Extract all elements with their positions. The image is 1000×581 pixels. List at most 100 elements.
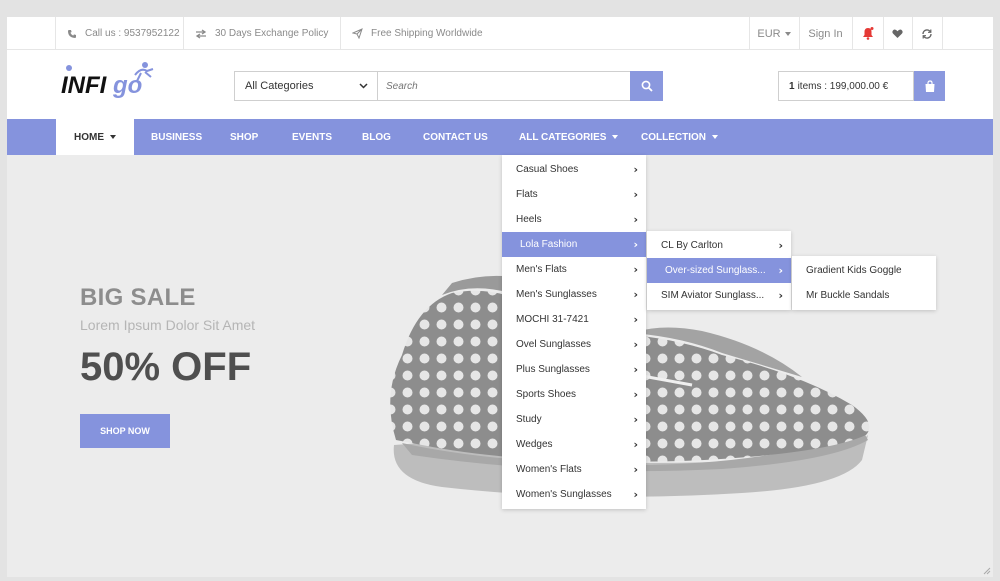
signin-link[interactable]: Sign In <box>799 17 852 50</box>
menu-item-label: SIM Aviator Sunglass... <box>661 290 765 301</box>
menu-item-womens-flats[interactable]: Women's Flats › <box>502 457 646 482</box>
category-select-label: All Categories <box>245 80 314 92</box>
browser-frame: Call us : 9537952122 30 Days Exchange Po… <box>7 17 993 577</box>
menu-item-plus-sunglasses[interactable]: Plus Sunglasses › <box>502 357 646 382</box>
categories-dropdown: Casual Shoes › Flats › Heels › Lola Fashion… <box>502 155 646 509</box>
chevron-right-icon: › <box>633 338 638 351</box>
menu-item-mens-flats[interactable]: Men's Flats › <box>502 257 646 282</box>
menu-item-mens-sunglasses[interactable]: Men's Sunglasses › <box>502 282 646 307</box>
nav-events[interactable]: EVENTS <box>292 119 332 155</box>
nav-shop[interactable]: SHOP <box>230 119 258 155</box>
chevron-right-icon: › <box>633 413 638 426</box>
nav-label: CONTACT US <box>423 131 488 143</box>
resize-handle-icon[interactable] <box>982 566 991 575</box>
menu-item-over-sized-sunglasses[interactable]: Over-sized Sunglass... › <box>647 258 791 283</box>
menu-item-label: Men's Sunglasses <box>516 289 597 300</box>
chevron-right-icon: › <box>633 163 638 176</box>
menu-item-label: Wedges <box>516 439 553 450</box>
svg-text:go: go <box>112 72 142 99</box>
menu-item-label: Women's Sunglasses <box>516 489 612 500</box>
paper-plane-icon <box>352 28 363 39</box>
menu-item-label: Plus Sunglasses <box>516 364 590 375</box>
cart-button[interactable] <box>914 71 945 101</box>
menu-item-casual-shoes[interactable]: Casual Shoes › <box>502 157 646 182</box>
menu-item-study[interactable]: Study › <box>502 407 646 432</box>
menu-item-lola-fashion[interactable]: Lola Fashion › <box>502 232 646 257</box>
menu-item-sim-aviator-sunglasses[interactable]: SIM Aviator Sunglass... › <box>647 283 791 308</box>
shipping-text: Free Shipping Worldwide <box>371 28 483 39</box>
hero-title: BIG SALE <box>80 284 196 311</box>
menu-item-label: Casual Shoes <box>516 164 579 175</box>
menu-item-flats[interactable]: Flats › <box>502 182 646 207</box>
chevron-right-icon: › <box>633 188 638 201</box>
menu-item-mochi[interactable]: MOCHI 31-7421 › <box>502 307 646 332</box>
chevron-down-icon <box>110 135 116 139</box>
menu-item-label: Mr Buckle Sandals <box>806 290 890 301</box>
chevron-right-icon: › <box>633 488 638 501</box>
shipping-info: Free Shipping Worldwide <box>352 17 483 50</box>
search-button[interactable] <box>630 71 663 101</box>
menu-item-label: Heels <box>516 214 542 225</box>
menu-item-label: MOCHI 31-7421 <box>516 314 589 325</box>
hero-offer: 50% OFF <box>80 345 252 389</box>
nav-label: COLLECTION <box>641 131 706 143</box>
menu-item-label: Lola Fashion <box>520 239 578 250</box>
divider <box>942 17 943 50</box>
divider <box>183 17 184 50</box>
exchange-icon <box>195 28 207 39</box>
menu-item-label: CL By Carlton <box>661 240 723 251</box>
menu-item-wedges[interactable]: Wedges › <box>502 432 646 457</box>
menu-item-label: Sports Shoes <box>516 389 577 400</box>
chevron-right-icon: › <box>778 264 783 277</box>
menu-item-label: Women's Flats <box>516 464 582 475</box>
menu-item-mr-buckle-sandals[interactable]: Mr Buckle Sandals <box>792 283 936 308</box>
shopping-bag-icon <box>924 79 936 93</box>
search-input[interactable] <box>377 71 631 101</box>
site-logo[interactable]: INFI go <box>61 59 161 99</box>
nav-contact-us[interactable]: CONTACT US <box>423 119 488 155</box>
currency-selector[interactable]: EUR <box>749 17 799 50</box>
lola-fashion-submenu: CL By Carlton › Over-sized Sunglass... › S… <box>647 231 791 310</box>
menu-item-label: Over-sized Sunglass... <box>665 265 766 276</box>
menu-item-sports-shoes[interactable]: Sports Shoes › <box>502 382 646 407</box>
chevron-right-icon: › <box>778 239 783 252</box>
menu-item-womens-sunglasses[interactable]: Women's Sunglasses › <box>502 482 646 507</box>
nav-business[interactable]: BUSINESS <box>151 119 202 155</box>
main-nav: HOME BUSINESS SHOP EVENTS BLOG CONTACT U… <box>7 119 993 155</box>
over-sized-submenu: Gradient Kids Goggle Mr Buckle Sandals <box>792 256 936 310</box>
nav-label: BUSINESS <box>151 131 203 143</box>
category-select[interactable]: All Categories <box>234 71 378 101</box>
nav-label: ALL CATEGORIES <box>519 131 607 143</box>
cart-count: 1 <box>789 80 795 92</box>
menu-item-label: Ovel Sunglasses <box>516 339 592 350</box>
nav-home[interactable]: HOME <box>56 119 134 155</box>
menu-item-cl-by-carlton[interactable]: CL By Carlton › <box>647 233 791 258</box>
divider <box>55 17 56 50</box>
signin-label: Sign In <box>808 27 843 40</box>
nav-label: SHOP <box>230 131 259 143</box>
hero-subtitle: Lorem Ipsum Dolor Sit Amet <box>80 317 256 333</box>
nav-collection[interactable]: COLLECTION <box>641 119 718 155</box>
nav-all-categories[interactable]: ALL CATEGORIES <box>519 119 619 155</box>
chevron-right-icon: › <box>633 313 638 326</box>
shop-now-button[interactable]: SHOP NOW <box>80 414 170 448</box>
nav-label: EVENTS <box>292 131 333 143</box>
wishlist-button[interactable] <box>883 17 912 50</box>
chevron-down-icon <box>784 31 791 36</box>
nav-label: BLOG <box>362 131 391 143</box>
menu-item-gradient-kids-goggle[interactable]: Gradient Kids Goggle <box>792 258 936 283</box>
chevron-right-icon: › <box>633 263 638 276</box>
notification-button[interactable] <box>852 17 883 50</box>
nav-blog[interactable]: BLOG <box>362 119 391 155</box>
menu-item-ovel-sunglasses[interactable]: Ovel Sunglasses › <box>502 332 646 357</box>
cart-summary[interactable]: 1 items : 199,000.00 € <box>778 71 914 101</box>
hero-banner: BIG SALE Lorem Ipsum Dolor Sit Amet 50% … <box>7 155 993 577</box>
menu-item-heels[interactable]: Heels › <box>502 207 646 232</box>
search-icon <box>641 80 653 92</box>
cart-summary-text: items : 199,000.00 € <box>797 80 889 92</box>
chevron-right-icon: › <box>633 213 638 226</box>
chevron-down-icon <box>612 135 619 139</box>
menu-item-label: Study <box>516 414 542 425</box>
compare-button[interactable] <box>912 17 942 50</box>
exchange-info: 30 Days Exchange Policy <box>195 17 328 50</box>
